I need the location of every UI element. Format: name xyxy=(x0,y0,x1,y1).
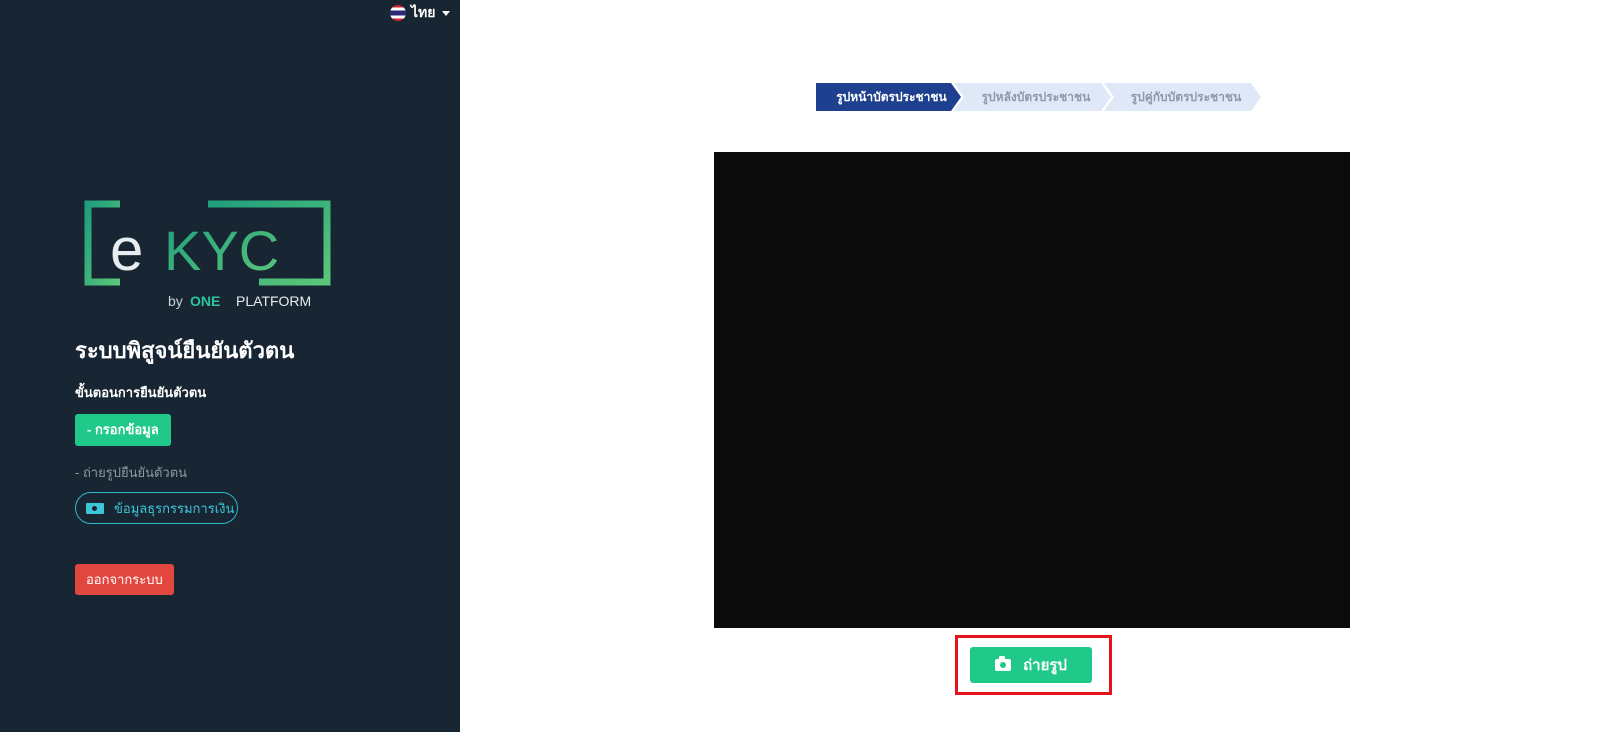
camera-preview xyxy=(714,152,1350,628)
capture-photo-button[interactable]: ถ่ายรูป xyxy=(970,647,1092,683)
logout-button[interactable]: ออกจากระบบ xyxy=(75,564,174,595)
step-take-photo: - ถ่ายรูปยืนยันตัวตน xyxy=(75,465,188,480)
stepper-step-selfie-id: รูปคู่กับบัตรประชาชน xyxy=(1130,90,1242,104)
logo-by: by xyxy=(168,293,183,309)
logo-platform: PLATFORM xyxy=(236,293,311,309)
sidebar: ไทย e KYC by ONE PLATFORM ระบบพิสูจน์ยืน… xyxy=(0,0,460,732)
logo-one: ONE xyxy=(190,293,220,309)
camera-icon xyxy=(995,656,1012,671)
thai-flag-icon xyxy=(390,5,406,21)
stepper-step-back-id: รูปหลังบัตรประชาชน xyxy=(981,90,1091,104)
photo-stepper: รูปหน้าบัตรประชาชน รูปหลังบัตรประชาชน รู… xyxy=(816,81,1261,113)
language-label: ไทย xyxy=(411,4,436,20)
finance-transactions-label: ข้อมูลธุรกรรมการเงิน xyxy=(114,500,235,516)
step-fill-info-badge[interactable]: - กรอกข้อมูล xyxy=(75,414,171,446)
steps-title: ขั้นตอนการยืนยันตัวตน xyxy=(75,385,207,400)
money-icon xyxy=(86,502,104,514)
system-title: ระบบพิสูจน์ยืนยันตัวตน xyxy=(75,338,295,363)
finance-transactions-button[interactable]: ข้อมูลธุรกรรมการเงิน xyxy=(75,492,238,524)
stepper-step-front-id: รูปหน้าบัตรประชาชน xyxy=(836,90,947,104)
logo-letters-kyc: KYC xyxy=(164,219,279,282)
capture-photo-label: ถ่ายรูป xyxy=(1023,657,1067,674)
language-selector[interactable]: ไทย xyxy=(390,2,451,24)
ekyc-logo: e KYC by ONE PLATFORM xyxy=(84,200,331,309)
logo-letter-e: e xyxy=(110,216,143,283)
caret-down-icon xyxy=(442,10,451,16)
